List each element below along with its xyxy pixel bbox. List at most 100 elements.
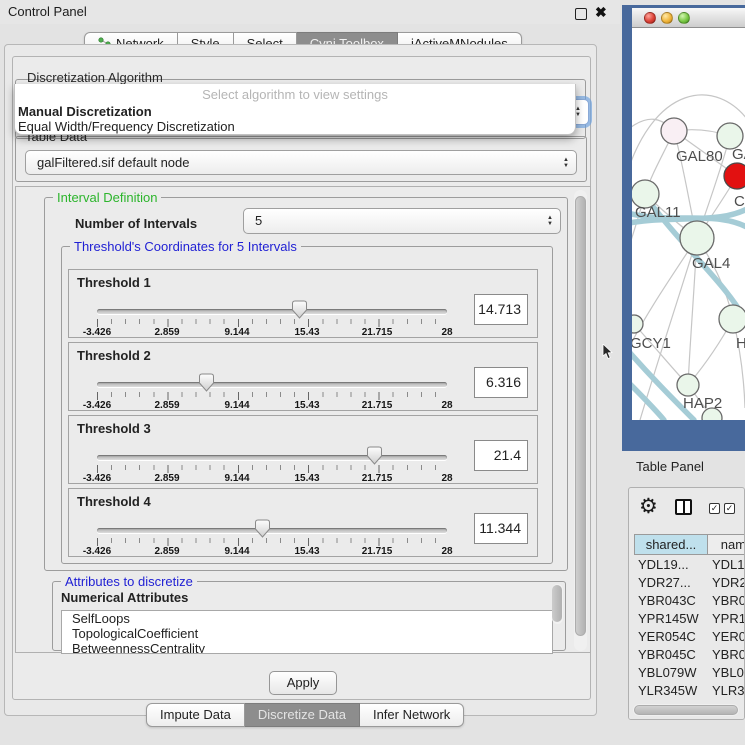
threshold-1-panel: Threshold 1 -3.4262.8599.14415.4321.7152… bbox=[68, 269, 538, 338]
vertical-scrollbar[interactable] bbox=[574, 190, 587, 651]
threshold-3-value-field[interactable]: 21.4 bbox=[474, 440, 528, 471]
slider-thumb[interactable] bbox=[291, 300, 308, 319]
table-data-combobox[interactable]: galFiltered.sif default node ▲▼ bbox=[25, 150, 577, 175]
column-header-shared-name[interactable]: shared... bbox=[634, 534, 708, 555]
scale-label: -3.426 bbox=[83, 327, 111, 338]
node-h[interactable] bbox=[719, 305, 745, 333]
scale-label: 2.859 bbox=[154, 327, 179, 338]
dropdown-option-manual-discretization[interactable]: Manual Discretization bbox=[15, 104, 575, 119]
split-columns-icon[interactable] bbox=[675, 499, 692, 515]
slider-scale-labels: -3.4262.8599.14415.4321.71528 bbox=[97, 473, 447, 485]
threshold-2-panel: Threshold 2 -3.4262.8599.14415.4321.7152… bbox=[68, 342, 538, 411]
horizontal-scrollbar[interactable] bbox=[633, 704, 739, 716]
network-canvas[interactable]: GAL80 GA C GAL11 GAL4 GCY1 H HAP2 bbox=[632, 28, 745, 420]
apply-button[interactable]: Apply bbox=[269, 671, 337, 695]
checkbox-icon[interactable]: ✓ bbox=[724, 503, 735, 514]
scrollbar-thumb[interactable] bbox=[634, 705, 738, 715]
attributes-group: Attributes to discretize Numerical Attri… bbox=[52, 581, 566, 651]
table-cell: YDR27... bbox=[712, 574, 745, 592]
number-of-intervals-combobox[interactable]: 5 ▲▼ bbox=[243, 208, 561, 234]
scale-label: 2.859 bbox=[154, 546, 179, 557]
slider-ticks bbox=[97, 465, 448, 473]
table-row[interactable]: YPR145WYPR145W bbox=[634, 610, 744, 628]
scale-label: 15.43 bbox=[294, 400, 319, 411]
close-traffic-light[interactable] bbox=[644, 12, 656, 24]
dropdown-placeholder-option[interactable]: Select algorithm to view settings bbox=[15, 87, 575, 104]
table-cell: YDR27... bbox=[638, 574, 706, 592]
scale-label: 28 bbox=[441, 327, 452, 338]
scale-label: -3.426 bbox=[83, 400, 111, 411]
gear-icon[interactable]: ⚙ bbox=[639, 494, 658, 519]
discretization-algorithm-label: Discretization Algorithm bbox=[23, 70, 167, 85]
slider-track[interactable] bbox=[97, 382, 447, 387]
column-header-name[interactable]: name bbox=[707, 534, 745, 555]
screen: Control Panel ✖ Network Style Select Cyn… bbox=[0, 0, 745, 745]
scale-label: 21.715 bbox=[362, 327, 393, 338]
number-of-intervals-value: 5 bbox=[255, 213, 262, 228]
threshold-3-slider: -3.4262.8599.14415.4321.71528 bbox=[97, 452, 447, 484]
table-row[interactable]: YBL079WYBL079W bbox=[634, 664, 744, 682]
float-window-icon[interactable] bbox=[575, 8, 587, 20]
checkbox-icon[interactable]: ✓ bbox=[709, 503, 720, 514]
tab-impute-data[interactable]: Impute Data bbox=[146, 703, 245, 727]
dropdown-option-equal-width[interactable]: Equal Width/Frequency Discretization bbox=[15, 119, 575, 134]
numerical-attribute-item[interactable]: SelfLoops bbox=[62, 611, 552, 626]
numerical-attributes-list[interactable]: SelfLoopsTopologicalCoefficientBetweenne… bbox=[61, 610, 553, 654]
scale-label: 9.144 bbox=[224, 327, 249, 338]
slider-track[interactable] bbox=[97, 309, 447, 314]
tab-infer-network[interactable]: Infer Network bbox=[360, 703, 464, 727]
table-row[interactable]: YER054CYER054C bbox=[634, 628, 744, 646]
slider-thumb[interactable] bbox=[198, 373, 215, 392]
table-row[interactable]: YDR27... YDR27... bbox=[634, 574, 744, 592]
tab-discretize-data[interactable]: Discretize Data bbox=[245, 703, 360, 727]
threshold-3-panel: Threshold 3 -3.4262.8599.14415.4321.7152… bbox=[68, 415, 538, 484]
slider-thumb[interactable] bbox=[254, 519, 271, 538]
scale-label: 28 bbox=[441, 546, 452, 557]
zoom-traffic-light[interactable] bbox=[678, 12, 690, 24]
node-gal4[interactable] bbox=[680, 221, 714, 255]
table-row[interactable]: YBR043C YBR043C bbox=[634, 592, 744, 610]
numerical-attribute-item[interactable]: BetweennessCentrality bbox=[62, 641, 552, 654]
scale-label: -3.426 bbox=[83, 546, 111, 557]
table-cell: YBR043C bbox=[638, 592, 706, 610]
threshold-1-value-field[interactable]: 14.713 bbox=[474, 294, 528, 325]
table-cell: YBL079W bbox=[712, 664, 745, 682]
scale-label: 15.43 bbox=[294, 473, 319, 484]
slider-thumb[interactable] bbox=[366, 446, 383, 465]
tab-label: Impute Data bbox=[160, 704, 231, 726]
slider-track[interactable] bbox=[97, 455, 447, 460]
scrollbar-thumb[interactable] bbox=[575, 196, 586, 636]
numerical-attribute-item[interactable]: TopologicalCoefficient bbox=[62, 626, 552, 641]
node-label: GAL11 bbox=[635, 204, 681, 221]
threshold-4-value-field[interactable]: 11.344 bbox=[474, 513, 528, 544]
scale-label: 2.859 bbox=[154, 400, 179, 411]
table-row[interactable]: YDL19... YDL19... bbox=[634, 556, 744, 574]
table-cell: YBR043C bbox=[712, 592, 745, 610]
slider-scale-labels: -3.4262.8599.14415.4321.71528 bbox=[97, 546, 447, 558]
node-label: GA bbox=[732, 146, 745, 163]
close-icon[interactable]: ✖ bbox=[595, 4, 607, 21]
node-label: GAL4 bbox=[692, 255, 730, 272]
threshold-2-value-field[interactable]: 6.316 bbox=[474, 367, 528, 398]
attributes-scrollbar[interactable] bbox=[552, 584, 563, 624]
tab-label: Infer Network bbox=[373, 704, 450, 726]
node-hap2[interactable] bbox=[677, 374, 699, 396]
node-gcy1[interactable] bbox=[632, 315, 643, 333]
algorithm-dropdown-popup: Select algorithm to view settings Manual… bbox=[14, 84, 576, 135]
node-gal80[interactable] bbox=[661, 118, 687, 144]
bottom-tabbar: Impute Data Discretize Data Infer Networ… bbox=[146, 703, 464, 727]
table-row[interactable]: YBR045CYBR045C bbox=[634, 646, 744, 664]
slider-track[interactable] bbox=[97, 528, 447, 533]
threshold-4-slider: -3.4262.8599.14415.4321.71528 bbox=[97, 525, 447, 557]
node-highlighted-red[interactable] bbox=[724, 163, 745, 189]
node-label: HAP2 bbox=[683, 395, 722, 412]
scale-label: 9.144 bbox=[224, 546, 249, 557]
minimize-traffic-light[interactable] bbox=[661, 12, 673, 24]
scale-label: -3.426 bbox=[83, 473, 111, 484]
table-cell: YDL19... bbox=[712, 556, 745, 574]
table-cell: YER054C bbox=[712, 628, 745, 646]
scrollbar-thumb[interactable] bbox=[552, 585, 562, 622]
scale-label: 21.715 bbox=[362, 473, 393, 484]
node-label: C bbox=[734, 193, 745, 210]
table-cell: YDL19... bbox=[638, 556, 706, 574]
